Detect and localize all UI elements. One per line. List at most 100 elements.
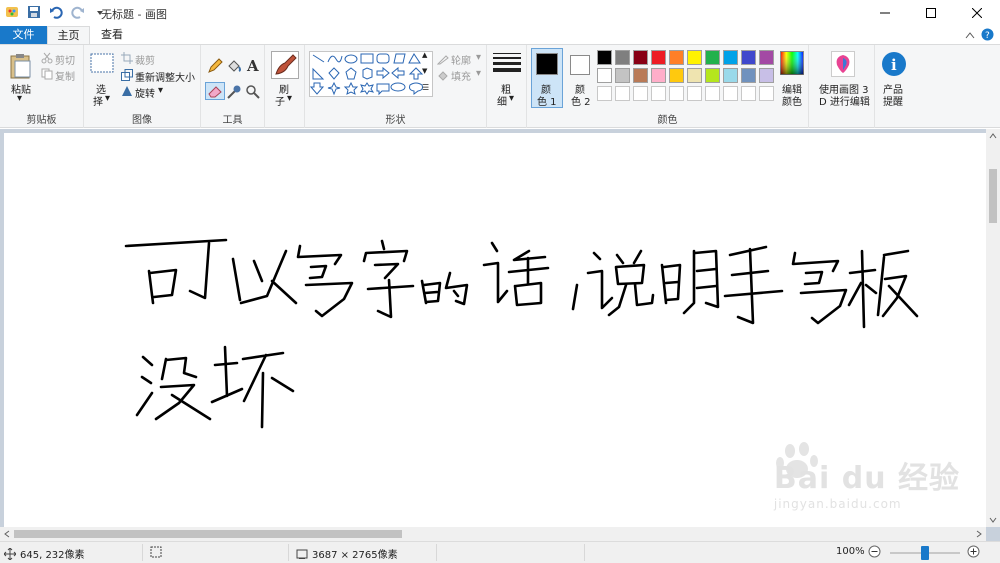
info-icon[interactable]: i — [881, 51, 907, 80]
drawing-canvas[interactable]: Bai du 经验 jingyan.baidu.com — [4, 133, 986, 529]
brush-dropdown-icon[interactable]: ▾ — [287, 93, 292, 104]
palette-custom-swatch[interactable] — [687, 86, 702, 101]
palette-swatch[interactable] — [651, 50, 666, 65]
vertical-scrollbar[interactable] — [986, 129, 1000, 527]
brush-icon[interactable] — [271, 51, 299, 82]
copy-button[interactable]: 复制 — [55, 68, 75, 83]
palette-custom-swatch[interactable] — [633, 86, 648, 101]
select-button-line2[interactable]: 择 — [93, 93, 103, 108]
help-icon[interactable]: ? — [981, 28, 994, 44]
zoom-out-icon[interactable] — [868, 545, 881, 558]
text-icon[interactable]: A — [245, 57, 261, 76]
palette-custom-swatch[interactable] — [741, 86, 756, 101]
palette-swatch[interactable] — [705, 68, 720, 83]
paste-dropdown-icon[interactable]: ▾ — [17, 93, 22, 104]
rotate-dropdown-icon[interactable]: ▾ — [158, 85, 163, 96]
line-width-icon[interactable] — [493, 51, 521, 76]
shapes-scroll-down-icon[interactable]: ▼ — [422, 67, 427, 75]
shapes-scroll-up-icon[interactable]: ▲ — [422, 51, 427, 59]
palette-custom-swatch[interactable] — [597, 86, 612, 101]
scroll-right-arrow-icon[interactable] — [974, 527, 984, 541]
zoom-slider-thumb[interactable] — [921, 546, 929, 560]
palette-swatch[interactable] — [651, 68, 666, 83]
horizontal-scroll-thumb[interactable] — [14, 530, 402, 538]
save-icon[interactable] — [26, 4, 42, 20]
tab-view[interactable]: 查看 — [92, 26, 132, 44]
rotate-button[interactable]: 旋转 — [135, 85, 155, 100]
undo-icon[interactable] — [48, 4, 64, 20]
cursor-position-icon — [4, 547, 16, 560]
crop-icon — [121, 52, 133, 67]
palette-swatch[interactable] — [615, 68, 630, 83]
magnifier-icon[interactable] — [245, 84, 261, 103]
palette-swatch[interactable] — [741, 68, 756, 83]
scroll-up-arrow-icon[interactable] — [986, 131, 1000, 141]
palette-swatch[interactable] — [597, 68, 612, 83]
palette-swatch[interactable] — [669, 68, 684, 83]
color1-swatch[interactable] — [536, 53, 558, 75]
palette-swatch[interactable] — [597, 50, 612, 65]
edit-colors-icon[interactable] — [780, 51, 804, 78]
palette-swatch[interactable] — [615, 50, 630, 65]
outline-dropdown-icon[interactable]: ▾ — [476, 52, 481, 63]
tab-home[interactable]: 主页 — [47, 26, 90, 44]
palette-swatch[interactable] — [633, 68, 648, 83]
scroll-left-arrow-icon[interactable] — [2, 527, 12, 541]
maximize-button[interactable] — [908, 0, 954, 26]
close-button[interactable] — [954, 0, 1000, 26]
shapes-group-label: 形状 — [385, 115, 406, 126]
palette-custom-swatch[interactable] — [615, 86, 630, 101]
palette-swatch[interactable] — [687, 68, 702, 83]
palette-custom-swatch[interactable] — [723, 86, 738, 101]
size-button-line2[interactable]: 细 — [497, 93, 507, 108]
palette-swatch[interactable] — [759, 50, 774, 65]
fill-bucket-icon[interactable] — [226, 58, 242, 77]
paint3d-icon[interactable] — [831, 51, 855, 80]
scroll-down-arrow-icon[interactable] — [986, 515, 1000, 525]
pencil-icon[interactable] — [207, 58, 223, 77]
palette-swatch[interactable] — [687, 50, 702, 65]
collapse-ribbon-icon[interactable] — [965, 31, 975, 42]
copy-icon — [41, 68, 53, 83]
palette-swatch[interactable] — [759, 68, 774, 83]
clipboard-group: 粘贴 ▾ 剪切 复制 剪贴板 — [0, 45, 84, 128]
minimize-button[interactable] — [862, 0, 908, 26]
paste-icon[interactable] — [10, 53, 32, 82]
redo-icon[interactable] — [70, 4, 86, 20]
palette-custom-swatch[interactable] — [759, 86, 774, 101]
fill-dropdown-icon[interactable]: ▾ — [476, 68, 481, 79]
horizontal-scrollbar[interactable] — [0, 527, 986, 541]
shapes-expand-icon[interactable]: ☰ — [422, 83, 429, 92]
tab-file[interactable]: 文件 — [0, 26, 47, 44]
color2-swatch[interactable] — [570, 55, 590, 75]
shapes-gallery-icons[interactable] — [309, 52, 432, 96]
eraser-icon[interactable] — [205, 82, 225, 100]
palette-custom-swatch[interactable] — [651, 86, 666, 101]
cut-button[interactable]: 剪切 — [55, 52, 75, 67]
zoom-in-icon[interactable] — [967, 545, 980, 558]
palette-custom-swatch[interactable] — [705, 86, 720, 101]
cursor-position-text: 645, 232像素 — [20, 550, 85, 561]
select-dropdown-icon[interactable]: ▾ — [105, 93, 110, 104]
outline-button[interactable]: 轮廓 — [451, 52, 471, 67]
size-dropdown-icon[interactable]: ▾ — [509, 93, 514, 104]
fill-button[interactable]: 填充 — [451, 68, 471, 83]
vertical-scroll-thumb[interactable] — [989, 169, 997, 223]
title-bar: 无标题 - 画图 — [0, 0, 1000, 26]
paint3d-button-line2[interactable]: D 进行编辑 — [819, 93, 870, 108]
palette-swatch[interactable] — [633, 50, 648, 65]
palette-custom-swatch[interactable] — [669, 86, 684, 101]
palette-swatch[interactable] — [723, 68, 738, 83]
edit-colors-line2[interactable]: 颜色 — [782, 93, 802, 108]
color-picker-icon[interactable] — [226, 84, 242, 103]
palette-swatch[interactable] — [723, 50, 738, 65]
palette-swatch[interactable] — [705, 50, 720, 65]
product-alert-line2[interactable]: 提醒 — [883, 93, 903, 108]
crop-button[interactable]: 裁剪 — [135, 52, 155, 67]
palette-swatch[interactable] — [741, 50, 756, 65]
paint-app-icon[interactable] — [4, 4, 20, 20]
brush-button-line2[interactable]: 子 — [275, 93, 285, 108]
resize-button[interactable]: 重新调整大小 — [135, 69, 195, 84]
palette-swatch[interactable] — [669, 50, 684, 65]
select-icon[interactable] — [90, 53, 114, 76]
